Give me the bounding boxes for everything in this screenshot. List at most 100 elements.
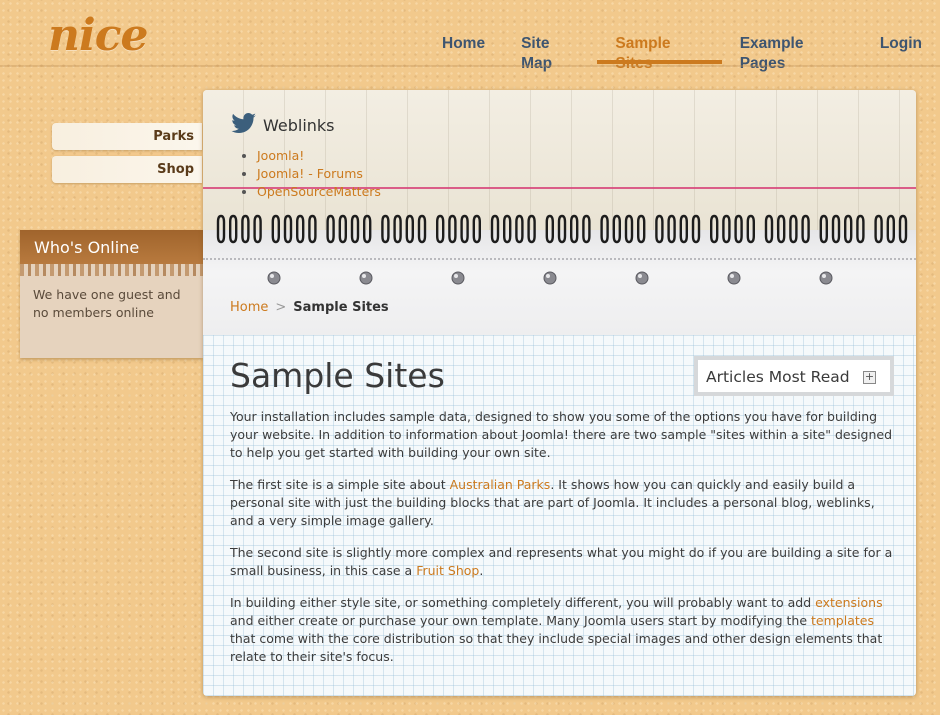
weblink-joomla-forums[interactable]: Joomla! - Forums — [257, 166, 363, 181]
breadcrumb-current: Sample Sites — [293, 300, 389, 315]
hole-highlight — [638, 274, 642, 278]
spiral-ring — [844, 214, 853, 244]
spiral-ring — [253, 214, 262, 244]
spiral-ring — [801, 214, 810, 244]
hole-highlight — [546, 274, 550, 278]
spiral-ring — [283, 214, 293, 244]
perforation-line — [203, 258, 916, 260]
spiral-ring — [436, 214, 445, 244]
whos-online-text: We have one guest and no members online — [33, 287, 181, 320]
spiral-ring — [472, 214, 481, 244]
spiral-ring — [874, 214, 883, 244]
side-menu-parks[interactable]: Parks — [52, 123, 202, 150]
spiral-ring — [655, 214, 664, 244]
hole-highlight — [730, 274, 734, 278]
binding-hole — [359, 271, 373, 285]
spiral-ring — [326, 214, 335, 244]
main-panel: Weblinks Joomla! Joomla! - Forums OpenSo… — [203, 90, 916, 696]
hole-highlight — [822, 274, 826, 278]
spiral-ring — [734, 214, 743, 244]
spiral-ring — [545, 214, 554, 244]
weblink-joomla[interactable]: Joomla! — [257, 148, 304, 163]
nav-login[interactable]: Login — [862, 34, 940, 64]
nav-home[interactable]: Home — [424, 34, 503, 64]
spiral-ring — [503, 214, 512, 244]
spiral-ring — [886, 214, 895, 244]
binding-hole — [267, 271, 281, 285]
hole-highlight — [362, 274, 366, 278]
link-extensions[interactable]: extensions — [815, 595, 882, 610]
spiral-ring — [308, 214, 317, 244]
spiral-ring — [764, 214, 774, 244]
nav-divider — [0, 65, 940, 67]
spiral-ring — [612, 214, 621, 244]
spiral-ring — [710, 214, 719, 244]
spiral-ring — [557, 214, 567, 244]
spiral-ring — [405, 214, 414, 244]
list-item: Joomla! - Forums — [257, 165, 381, 183]
hole-highlight — [454, 274, 458, 278]
spiral-ring — [722, 214, 731, 244]
articles-most-read-title: Articles Most Read — [706, 368, 850, 386]
link-australian-parks[interactable]: Australian Parks — [450, 477, 551, 492]
spiral-ring — [856, 214, 865, 244]
spiral-ring — [637, 214, 646, 244]
binding-hole — [819, 271, 833, 285]
binding-hole — [451, 271, 465, 285]
binding-hole — [727, 271, 741, 285]
link-templates[interactable]: templates — [811, 613, 874, 628]
weblink-opensourcematters[interactable]: OpenSourceMatters — [257, 184, 381, 199]
breadcrumb: Home > Sample Sites — [230, 300, 389, 315]
page-title: Sample Sites — [230, 356, 445, 395]
weblinks-title: Weblinks — [263, 115, 335, 135]
spiral-ring — [667, 214, 676, 244]
whos-online-module: Who's Online We have one guest and no me… — [20, 230, 203, 358]
articles-most-read-module: Articles Most Read + — [694, 356, 894, 396]
side-menu-shop[interactable]: Shop — [52, 156, 202, 183]
spiral-ring — [490, 214, 500, 244]
spiral-ring — [515, 214, 524, 244]
breadcrumb-separator-icon: > — [275, 300, 287, 315]
torn-edge-decoration — [20, 264, 203, 276]
article-body: Your installation includes sample data, … — [230, 408, 895, 680]
spiral-ring — [691, 214, 701, 244]
spiral-ring — [350, 214, 360, 244]
spiral-ring — [271, 214, 280, 244]
hole-highlight — [270, 274, 274, 278]
site-logo[interactable]: nice — [48, 10, 148, 61]
spiral-ring — [679, 214, 688, 244]
paragraph-intro: Your installation includes sample data, … — [230, 409, 893, 460]
spiral-ring — [898, 214, 908, 244]
list-item: Joomla! — [257, 147, 381, 165]
spiral-ring — [417, 214, 427, 244]
spiral-ring — [448, 214, 457, 244]
spiral-ring — [241, 214, 250, 244]
list-item: OpenSourceMatters — [257, 183, 381, 201]
weblinks-module: Weblinks Joomla! Joomla! - Forums OpenSo… — [231, 113, 381, 201]
twitter-bird-icon — [231, 113, 257, 137]
spiral-ring — [381, 214, 390, 244]
expand-icon[interactable]: + — [863, 371, 876, 384]
spiral-ring — [216, 214, 226, 244]
link-fruit-shop[interactable]: Fruit Shop — [416, 563, 479, 578]
nav-sample-sites[interactable]: Sample Sites — [597, 34, 722, 72]
spiral-ring — [527, 214, 536, 244]
nav-example-pages[interactable]: Example Pages — [722, 34, 862, 72]
nav-site-map[interactable]: Site Map — [503, 34, 597, 72]
weblinks-heading: Weblinks — [231, 113, 381, 137]
spiral-ring — [296, 214, 305, 244]
whos-online-title: Who's Online — [20, 230, 203, 264]
spiral-ring — [229, 214, 238, 244]
spiral-ring — [393, 214, 402, 244]
binding-hole — [543, 271, 557, 285]
spiral-ring — [819, 214, 828, 244]
spiral-ring — [789, 214, 798, 244]
side-menu: Parks Shop — [52, 123, 202, 189]
spiral-ring — [460, 214, 469, 244]
binding-hole — [635, 271, 649, 285]
spiral-ring — [582, 214, 591, 244]
top-navigation: Home Site Map Sample Sites Example Pages… — [424, 34, 940, 72]
spiral-ring — [338, 214, 347, 244]
breadcrumb-home[interactable]: Home — [230, 300, 268, 315]
binding-holes — [267, 271, 833, 285]
